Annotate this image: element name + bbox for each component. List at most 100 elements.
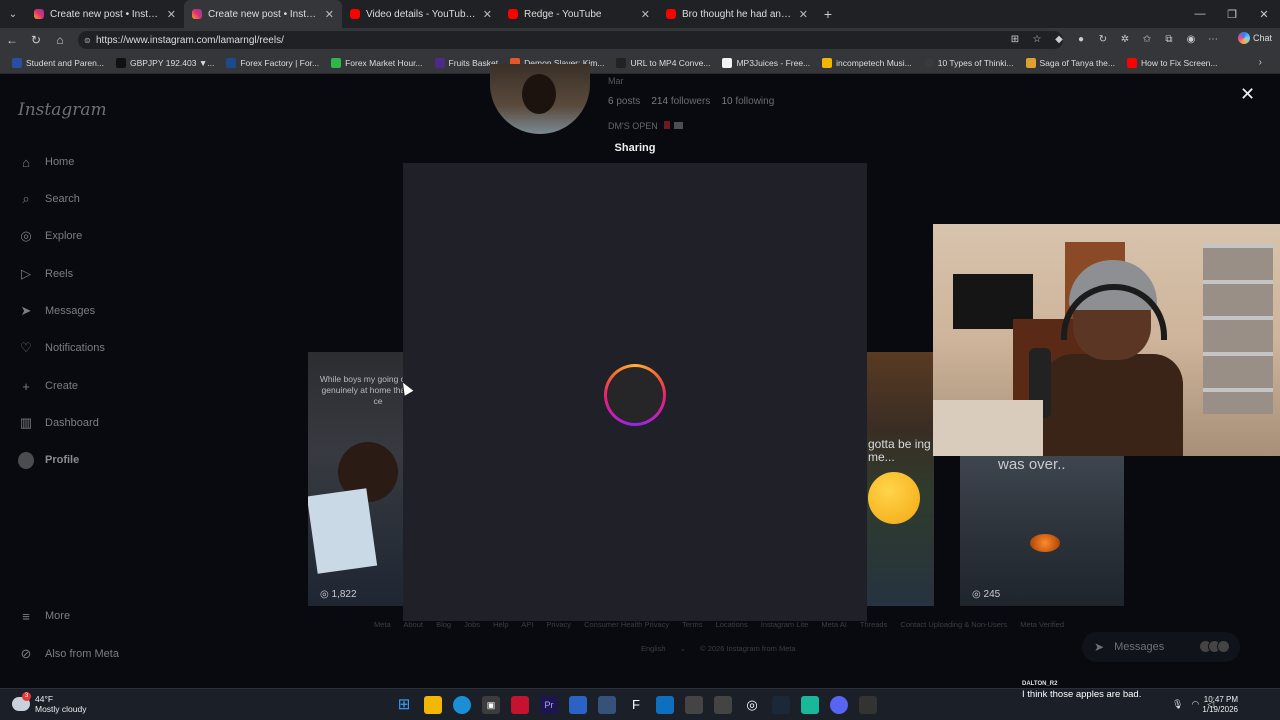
more-menu-icon[interactable]: ⋯ [1206,33,1220,47]
wifi-icon[interactable]: ◠ [1191,699,1199,710]
microphone-icon[interactable]: 🎙 [1172,699,1183,710]
mcafee-icon[interactable] [511,696,529,714]
followers-label[interactable]: followers [671,96,710,107]
site-info-icon[interactable]: ⊜ [84,36,91,45]
obs-icon[interactable]: ◎ [743,696,761,714]
edge-browser-icon[interactable] [453,696,471,714]
refresh-extension-icon[interactable]: ↻ [1096,33,1110,47]
store-icon[interactable]: ▣ [482,696,500,714]
footer-link[interactable]: Help [493,620,508,629]
reload-icon[interactable]: ↻ [24,33,48,47]
minimize-icon[interactable]: — [1184,8,1216,20]
tab-menu-icon[interactable]: ⌄ [0,0,26,28]
footer-link[interactable]: Threads [860,620,888,629]
bookmark[interactable]: MP3Juices - Free... [718,57,814,68]
windows-start-icon[interactable]: ⊞ [395,696,413,714]
following-count[interactable]: 10 [721,96,732,107]
chevron-right-icon[interactable]: › [1259,57,1262,68]
close-tab-icon[interactable]: ✕ [167,8,176,21]
bookmark[interactable]: URL to MP4 Conve... [612,57,714,68]
install-app-icon[interactable]: ⊞ [1008,33,1022,47]
tab-4[interactable]: Bro thought he had an easy lick..🍊 ✕ [658,0,816,28]
bookmark[interactable]: Forex Factory | For... [222,57,323,68]
fl-studio-icon[interactable]: F [627,696,645,714]
footer-link[interactable]: Blog [436,620,451,629]
sidebar-item-more[interactable]: ≡ More [18,608,70,624]
sidebar-item-create[interactable]: + Create [18,378,78,394]
footer-link[interactable]: Meta [374,620,391,629]
home-icon[interactable]: ⌂ [48,33,72,47]
bookmark[interactable]: Forex Market Hour... [327,57,426,68]
profile-icon[interactable]: ◉ [1184,33,1198,47]
footer-link[interactable]: Locations [716,620,748,629]
close-window-icon[interactable]: ✕ [1248,8,1280,21]
app-icon[interactable] [656,696,674,714]
footer-link[interactable]: Contact Uploading & Non-Users [900,620,1007,629]
weather-widget[interactable]: 3 44°F Mostly cloudy [12,692,87,714]
footer-link[interactable]: Meta AI [821,620,846,629]
close-tab-icon[interactable]: ✕ [325,8,334,21]
tab-2[interactable]: Video details - YouTube Studio ✕ [342,0,500,28]
back-icon[interactable]: ← [0,33,24,47]
instagram-logo[interactable]: Instagram [18,100,107,120]
footer-link[interactable]: About [403,620,423,629]
sidebar-item-notifications[interactable]: ♡ Notifications [18,340,105,356]
sidebar-item-profile[interactable]: Profile [18,451,79,469]
sidebar-item-explore[interactable]: ◎ Explore [18,228,82,244]
profile-picture[interactable] [490,64,590,134]
footer-link[interactable]: Meta Verified [1020,620,1064,629]
footer-link[interactable]: Privacy [546,620,571,629]
messages-button[interactable]: ➤ Messages [1082,632,1240,662]
davinci-icon[interactable] [598,696,616,714]
app-icon[interactable] [801,696,819,714]
extension-icon[interactable]: ◆ [1052,33,1066,47]
sidebar-item-dashboard[interactable]: ▥ Dashboard [18,415,99,431]
file-explorer-icon[interactable] [424,696,442,714]
restore-icon[interactable]: ❐ [1216,8,1248,21]
favorite-star-icon[interactable]: ☆ [1030,33,1044,47]
bookmark[interactable]: Student and Paren... [8,57,108,68]
extensions-puzzle-icon[interactable]: ✲ [1118,33,1132,47]
sidebar-item-search[interactable]: ⌕ Search [18,191,80,207]
bookmark[interactable]: Saga of Tanya the... [1022,57,1119,68]
close-tab-icon[interactable]: ✕ [483,8,492,21]
app-icon[interactable] [685,696,703,714]
capcut-icon[interactable] [859,696,877,714]
discord-icon[interactable] [830,696,848,714]
clock[interactable]: 10:47 PM 1/19/2026 [1202,695,1238,715]
tab-3[interactable]: Redge - YouTube ✕ [500,0,658,28]
steam-icon[interactable] [772,696,790,714]
reel-thumbnail[interactable]: was over.. ◎ 245 [960,454,1124,606]
new-tab-button[interactable]: + [816,6,840,22]
copilot-chat-button[interactable]: Chat [1237,32,1272,44]
sidebar-item-home[interactable]: ⌂ Home [18,154,74,170]
close-tab-icon[interactable]: ✕ [799,8,808,21]
following-label[interactable]: following [735,96,774,107]
sidebar-item-reels[interactable]: ▷ Reels [18,266,73,282]
footer-link[interactable]: API [521,620,533,629]
bookmark[interactable]: incompetech Musi... [818,57,916,68]
reel-thumbnail[interactable]: While boys my going out and p genuinely … [308,352,404,606]
footer-link[interactable]: Terms [682,620,702,629]
bookmark[interactable]: 10 Types of Thinki... [920,57,1018,68]
close-modal-icon[interactable]: ✕ [1240,84,1255,105]
calculator-icon[interactable] [714,696,732,714]
footer-link[interactable]: Consumer Health Privacy [584,620,669,629]
sidebar-item-also-from-meta[interactable]: ⊘ Also from Meta [18,646,119,662]
extension-icon[interactable]: ● [1074,33,1088,47]
followers-count[interactable]: 214 [651,96,668,107]
footer-link[interactable]: Instagram Lite [761,620,809,629]
reel-thumbnail[interactable]: gotta be ing me... [866,352,934,606]
language-select[interactable]: English [641,644,666,653]
url-field[interactable]: ⊜ https://www.instagram.com/lamarngl/ree… [78,31,1063,49]
favorites-icon[interactable]: ✩ [1140,33,1154,47]
tab-0[interactable]: Create new post • Instagram ✕ [26,0,184,28]
sidebar-item-messages[interactable]: ➤ Messages [18,303,96,319]
bookmark[interactable]: GBPJPY 192.403 ▼... [112,57,218,68]
footer-link[interactable]: Jobs [464,620,480,629]
collections-icon[interactable]: ⧉ [1162,33,1176,47]
bookmark[interactable]: How to Fix Screen... [1123,57,1222,68]
tab-1[interactable]: Create new post • Instagram ✕ [184,0,342,28]
premiere-icon[interactable]: Pr [540,696,558,714]
close-tab-icon[interactable]: ✕ [641,8,650,21]
